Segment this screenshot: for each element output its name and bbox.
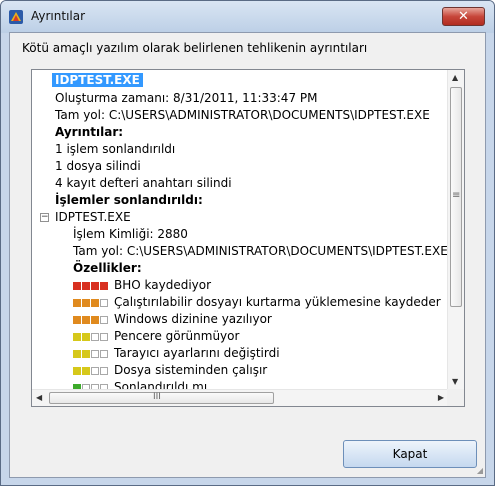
feature-label: Dosya sisteminden çalışır [114, 363, 268, 377]
resize-grip-icon[interactable]: ◢ [477, 466, 483, 475]
process-id: İşlem Kimliği: 2880 [73, 227, 188, 241]
avg-shield-icon [9, 10, 23, 24]
severity-dot [91, 367, 99, 375]
severity-dot [73, 282, 81, 290]
severity-dot [82, 299, 90, 307]
details-label: Ayrıntılar: [55, 125, 124, 139]
severity-indicator-icon [73, 282, 113, 290]
vertical-scroll-thumb[interactable]: ≡ [450, 87, 462, 307]
severity-dot [91, 350, 99, 358]
severity-dot [82, 282, 90, 290]
vertical-scrollbar[interactable]: ▲ ≡ ▼ [447, 70, 464, 389]
close-button[interactable]: Kapat [343, 440, 477, 468]
severity-dot [73, 316, 81, 324]
severity-dot [82, 350, 90, 358]
severity-indicator-icon [73, 299, 113, 307]
collapse-toggle-icon[interactable]: − [40, 213, 49, 222]
severity-indicator-icon [73, 367, 113, 375]
severity-dot [91, 316, 99, 324]
grip-icon: ≡ [452, 190, 461, 201]
severity-dot [100, 282, 108, 290]
severity-dot [100, 333, 108, 341]
processes-label: İşlemler sonlandırıldı: [55, 193, 203, 207]
feature-label: BHO kaydediyor [114, 278, 212, 292]
details-dialog: Ayrıntılar ✕ Kötü amaçlı yazılım olarak … [0, 0, 495, 486]
severity-dot [91, 333, 99, 341]
severity-indicator-icon [73, 333, 113, 341]
feature-label: Sonlandırıldı mı [114, 380, 208, 389]
severity-dot [73, 333, 81, 341]
process-path: Tam yol: C:\USERS\ADMINISTRATOR\DOCUMENT… [73, 244, 448, 258]
details-content: IDPTEST.EXE Oluşturma zamanı: 8/31/2011,… [32, 70, 448, 389]
severity-dot [100, 316, 108, 324]
close-icon: ✕ [458, 9, 469, 24]
severity-dot [73, 367, 81, 375]
severity-dot [82, 333, 90, 341]
process-name[interactable]: IDPTEST.EXE [55, 210, 131, 224]
file-path: Tam yol: C:\USERS\ADMINISTRATOR\DOCUMENT… [55, 108, 430, 122]
features-label: Özellikler: [73, 261, 142, 275]
severity-dot [100, 350, 108, 358]
feature-label: Pencere görünmüyor [114, 329, 240, 343]
summary-processes: 1 işlem sonlandırıldı [55, 142, 176, 156]
title-bar: Ayrıntılar ✕ [1, 1, 494, 33]
severity-dot [91, 299, 99, 307]
horizontal-scroll-thumb[interactable]: III [49, 392, 274, 404]
window-title: Ayrıntılar [31, 9, 86, 23]
severity-indicator-icon [73, 316, 113, 324]
feature-label: Tarayıcı ayarlarını değiştirdi [114, 346, 280, 360]
grip-icon: III [153, 392, 161, 402]
severity-indicator-icon [73, 350, 113, 358]
horizontal-scrollbar[interactable]: ◀ III ▶ [32, 389, 448, 406]
severity-dot [82, 316, 90, 324]
severity-dot [91, 282, 99, 290]
severity-dot [82, 367, 90, 375]
severity-dot [73, 299, 81, 307]
feature-label: Windows dizinine yazılıyor [114, 312, 272, 326]
scroll-up-icon[interactable]: ▲ [452, 73, 458, 82]
summary-files: 1 dosya silindi [55, 159, 141, 173]
file-name-item[interactable]: IDPTEST.EXE [52, 73, 143, 87]
file-name: IDPTEST.EXE [52, 73, 143, 87]
scroll-left-icon[interactable]: ◀ [36, 393, 42, 402]
scroll-right-icon[interactable]: ▶ [438, 393, 444, 402]
summary-registry: 4 kayıt defteri anahtarı silindi [55, 176, 232, 190]
severity-dot [100, 299, 108, 307]
created-time: Oluşturma zamanı: 8/31/2011, 11:33:47 PM [55, 91, 318, 105]
dialog-client: Kötü amaçlı yazılım olarak belirlenen te… [9, 32, 486, 478]
close-window-button[interactable]: ✕ [442, 7, 485, 26]
scroll-down-icon[interactable]: ▼ [452, 377, 458, 386]
dialog-heading: Kötü amaçlı yazılım olarak belirlenen te… [22, 41, 368, 55]
severity-dot [73, 350, 81, 358]
scrollbar-corner [447, 389, 464, 406]
details-panel[interactable]: IDPTEST.EXE Oluşturma zamanı: 8/31/2011,… [31, 69, 465, 407]
feature-label: Çalıştırılabilir dosyayı kurtarma yüklem… [114, 295, 441, 309]
severity-dot [100, 367, 108, 375]
